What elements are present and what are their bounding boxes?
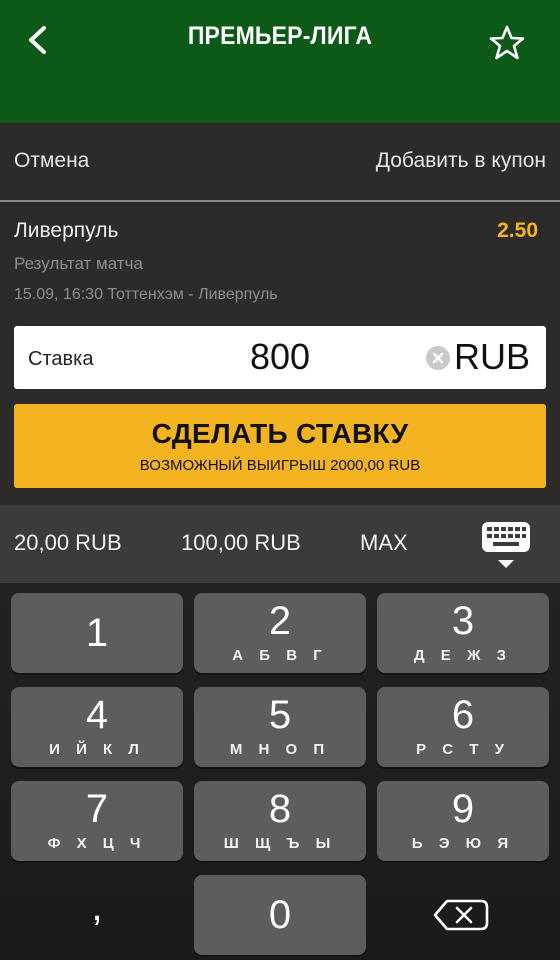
key-digit: 6 [451, 693, 475, 737]
add-to-coupon-link[interactable]: Добавить в купон [376, 149, 546, 173]
key-letters: Р С Т У [416, 741, 510, 758]
backspace-key[interactable] [377, 875, 549, 955]
key-letters: М Н О П [229, 741, 331, 758]
possible-win-label: ВОЗМОЖНЫЙ ВЫИГРЫШ 2000,00 RUB [139, 457, 421, 474]
bet-slip-panel: Отмена Добавить в купон Ливерпуль 2.50 Р… [0, 123, 560, 505]
key-digit: 3 [451, 599, 475, 643]
key-digit: 1 [85, 611, 109, 655]
key-digit: 8 [268, 787, 292, 831]
key-letters: Ь Э Ю Я [411, 835, 515, 852]
page-title: ПРЕМЬЕР-ЛИГА [187, 22, 373, 50]
key-2[interactable]: 2 А Б В Г [194, 593, 366, 673]
key-9[interactable]: 9 Ь Э Ю Я [377, 781, 549, 861]
place-bet-button[interactable]: СДЕЛАТЬ СТАВКУ ВОЗМОЖНЫЙ ВЫИГРЫШ 2000,00… [14, 404, 546, 488]
divider [0, 200, 560, 202]
key-1[interactable]: 1 [11, 593, 183, 673]
key-digit: 7 [85, 787, 109, 831]
clear-icon [432, 352, 444, 364]
key-digit: 0 [268, 893, 292, 937]
quick-amount-max[interactable]: MAX [360, 530, 408, 556]
key-digit: 5 [268, 693, 292, 737]
quick-amount-bar: 20,00 RUB 100,00 RUB MAX [0, 505, 560, 583]
key-digit: 9 [451, 787, 475, 831]
key-letters: Ф Х Ц Ч [47, 835, 147, 852]
key-4[interactable]: 4 И Й К Л [11, 687, 183, 767]
key-letters: Ш Щ Ъ Ы [223, 835, 337, 852]
key-digit: 2 [268, 599, 292, 643]
key-6[interactable]: 6 Р С Т У [377, 687, 549, 767]
quick-amount-20[interactable]: 20,00 RUB [14, 530, 122, 556]
star-outline-icon [489, 25, 525, 60]
place-bet-label: СДЕЛАТЬ СТАВКУ [151, 418, 409, 449]
match-info: 15.09, 16:30 Тоттенхэм - Ливерпуль [14, 286, 278, 303]
key-letters: Д Е Ж З [413, 647, 513, 664]
odds-value: 2.50 [497, 219, 538, 242]
quick-amount-100[interactable]: 100,00 RUB [181, 530, 301, 556]
clear-stake-button[interactable] [426, 346, 450, 370]
key-0[interactable]: 0 [194, 875, 366, 955]
cancel-link[interactable]: Отмена [14, 149, 89, 173]
key-8[interactable]: 8 Ш Щ Ъ Ы [194, 781, 366, 861]
key-digit: 4 [85, 693, 109, 737]
stake-input[interactable]: Ставка 800 RUB [14, 326, 546, 389]
backspace-icon [433, 899, 489, 931]
keyboard-icon [482, 522, 530, 568]
keyboard-hide-button[interactable] [478, 518, 534, 574]
selection-name: Ливерпуль [14, 219, 119, 242]
app-header: ПРЕМЬЕР-ЛИГА [0, 0, 560, 123]
action-row: Отмена Добавить в купон [0, 123, 560, 202]
key-5[interactable]: 5 М Н О П [194, 687, 366, 767]
key-3[interactable]: 3 Д Е Ж З [377, 593, 549, 673]
key-7[interactable]: 7 Ф Х Ц Ч [11, 781, 183, 861]
key-letters: И Й К Л [49, 741, 145, 758]
favorite-button[interactable] [488, 24, 526, 62]
numeric-keypad: 1 2 А Б В Г 3 Д Е Ж З 4 И Й К Л 5 М Н О … [0, 583, 560, 960]
market-name: Результат матча [14, 254, 143, 273]
key-comma[interactable]: , [11, 875, 183, 955]
currency-label: RUB [453, 336, 530, 377]
key-comma-label: , [91, 885, 103, 929]
key-letters: А Б В Г [232, 647, 328, 664]
